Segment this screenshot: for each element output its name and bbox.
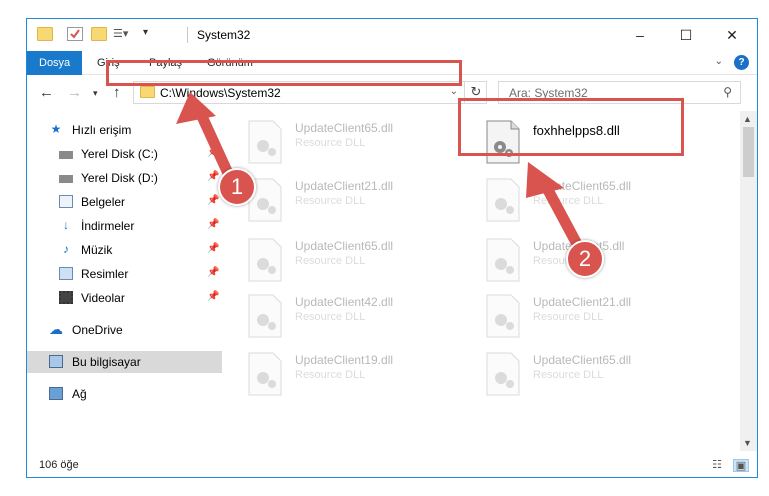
callout-badge-2: 2 [566,240,604,278]
arrow-1-head [176,92,216,124]
annotation-arrows [176,92,584,252]
callout-badge-1: 1 [218,168,256,206]
arrow-2-head [526,162,564,198]
arrow-2-shaft [542,184,584,252]
